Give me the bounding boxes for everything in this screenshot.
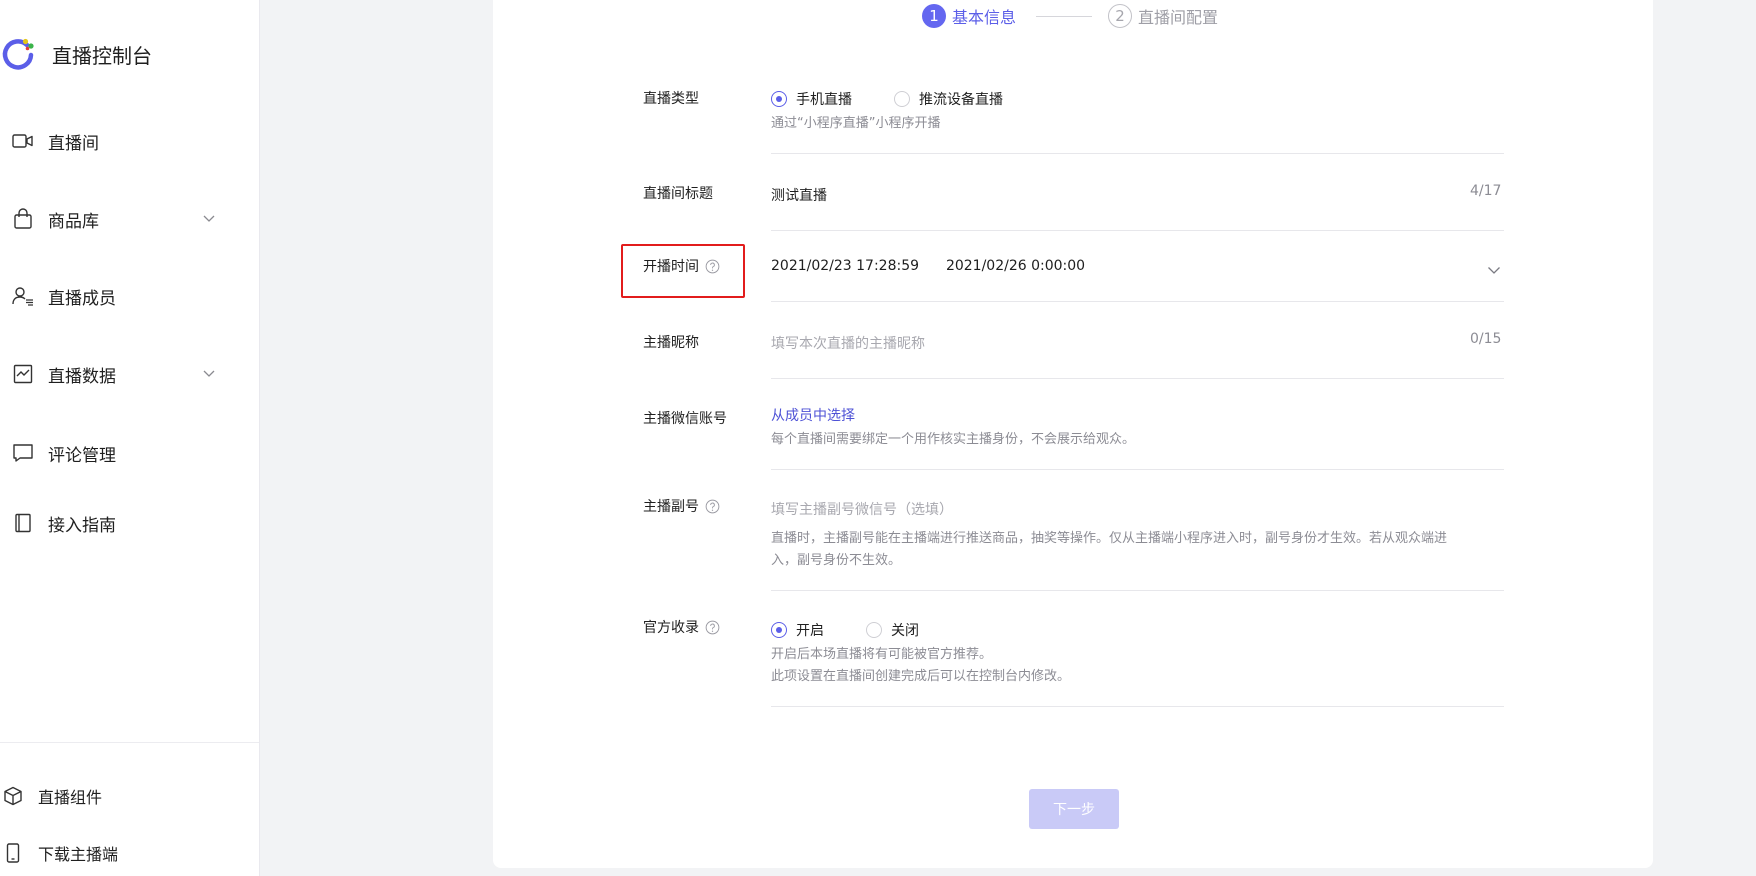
room-title-counter: 4/17 xyxy=(1470,183,1502,199)
row-divider xyxy=(771,230,1504,231)
live-type-label: 直播类型 xyxy=(643,91,699,107)
row-divider xyxy=(771,301,1504,302)
comment-icon xyxy=(12,442,34,464)
cube-icon xyxy=(2,785,24,807)
radio-stream-device-live[interactable]: 推流设备直播 xyxy=(894,89,1003,109)
sidebar-item-label: 评论管理 xyxy=(48,445,116,466)
anchor-wechat-hint: 每个直播间需要绑定一个用作核实主播身份，不会展示给观众。 xyxy=(771,432,1136,447)
live-type-radio-group: 手机直播 推流设备直播 xyxy=(771,89,1045,109)
anchor-wechat-label: 主播微信账号 xyxy=(643,411,727,427)
anchor-deputy-hint-line1: 直播时，主播副号能在主播端进行推送商品，抽奖等操作。仅从主播端小程序进入时，副号… xyxy=(771,531,1448,546)
row-divider xyxy=(771,153,1504,154)
anchor-deputy-label: 主播副号 xyxy=(643,496,720,516)
radio-enable[interactable]: 开启 xyxy=(771,620,824,640)
help-icon[interactable] xyxy=(705,499,720,514)
live-type-hint: 通过“小程序直播”小程序开播 xyxy=(771,116,941,131)
sidebar-item-access-guide[interactable]: 接入指南 xyxy=(0,501,259,545)
help-icon[interactable] xyxy=(705,259,720,274)
row-divider xyxy=(771,378,1504,379)
members-icon xyxy=(12,285,34,307)
start-time-label: 开播时间 xyxy=(643,256,720,276)
stepper: 1 基本信息 2 直播间配置 xyxy=(922,3,1218,29)
official-index-hint-line1: 开启后本场直播将有可能被官方推荐。 xyxy=(771,647,993,662)
sidebar-item-label: 接入指南 xyxy=(48,515,116,536)
radio-unchecked-icon xyxy=(894,91,910,107)
app-logo-icon xyxy=(2,38,34,70)
sidebar-item-live-members[interactable]: 直播成员 xyxy=(0,274,259,318)
room-title-label: 直播间标题 xyxy=(643,186,713,202)
phone-icon xyxy=(2,842,24,864)
radio-label: 推流设备直播 xyxy=(919,92,1003,108)
sidebar-item-label: 直播成员 xyxy=(48,288,116,309)
anchor-deputy-input[interactable]: 填写主播副号微信号（选填） xyxy=(771,499,1504,519)
radio-label: 开启 xyxy=(796,623,824,639)
radio-checked-icon xyxy=(771,91,787,107)
app-title: 直播控制台 xyxy=(52,43,152,68)
anchor-deputy-label-text: 主播副号 xyxy=(643,499,699,515)
sidebar-item-product-library[interactable]: 商品库 xyxy=(0,197,259,241)
start-time-label-text: 开播时间 xyxy=(643,259,699,275)
sidebar-item-download-anchor-app[interactable]: 下载主播端 xyxy=(0,835,259,871)
sidebar-item-label: 直播组件 xyxy=(38,788,103,807)
shopping-bag-icon xyxy=(12,208,34,230)
anchor-nickname-input[interactable]: 填写本次直播的主播昵称 xyxy=(771,333,1451,353)
official-index-radio-group: 开启 关闭 xyxy=(771,620,961,640)
start-time-range-input[interactable]: 2021/02/23 17:28:59 2021/02/26 0:00:00 xyxy=(771,258,1085,274)
step-label-basic-info: 基本信息 xyxy=(952,8,1017,27)
sidebar-item-label: 直播数据 xyxy=(48,366,116,387)
radio-label: 手机直播 xyxy=(796,92,852,108)
brand: 直播控制台 xyxy=(0,34,152,74)
sidebar-item-live-data[interactable]: 直播数据 xyxy=(0,352,259,396)
room-title-input[interactable]: 测试直播 xyxy=(771,185,1451,205)
sidebar-item-label: 商品库 xyxy=(48,211,99,232)
row-divider xyxy=(771,590,1504,591)
anchor-deputy-hint-line2: 入，副号身份不生效。 xyxy=(771,553,902,568)
official-index-label-text: 官方收录 xyxy=(643,620,699,636)
start-datetime: 2021/02/23 17:28:59 xyxy=(771,258,920,274)
book-icon xyxy=(12,512,34,534)
radio-disable[interactable]: 关闭 xyxy=(866,620,919,640)
help-icon[interactable] xyxy=(705,620,720,635)
official-index-label: 官方收录 xyxy=(643,617,720,637)
sidebar-item-live-components[interactable]: 直播组件 xyxy=(0,778,259,814)
anchor-nickname-counter: 0/15 xyxy=(1470,331,1502,347)
radio-mobile-live[interactable]: 手机直播 xyxy=(771,89,852,109)
row-divider xyxy=(771,469,1504,470)
chart-icon xyxy=(12,363,34,385)
radio-unchecked-icon xyxy=(866,622,882,638)
sidebar-divider xyxy=(0,742,259,743)
step-number-1: 1 xyxy=(922,4,946,28)
sidebar-item-label: 直播间 xyxy=(48,133,99,154)
sidebar-item-label: 下载主播端 xyxy=(38,845,119,864)
chevron-down-icon[interactable] xyxy=(201,365,217,381)
video-camera-icon xyxy=(12,130,34,152)
radio-checked-icon xyxy=(771,622,787,638)
official-index-hint-line2: 此项设置在直播间创建完成后可以在控制台内修改。 xyxy=(771,669,1071,684)
row-divider xyxy=(771,706,1504,707)
chevron-down-icon[interactable] xyxy=(1486,262,1502,278)
chevron-down-icon[interactable] xyxy=(201,210,217,226)
step-label-room-config: 直播间配置 xyxy=(1138,8,1219,27)
select-from-members-link[interactable]: 从成员中选择 xyxy=(771,405,855,425)
radio-label: 关闭 xyxy=(891,623,919,639)
sidebar: 直播控制台 直播间 商品库 直播成员 直播数据 评论管理 接入指南 直播组件 下… xyxy=(0,0,260,876)
anchor-nickname-label: 主播昵称 xyxy=(643,335,699,351)
next-step-button[interactable]: 下一步 xyxy=(1029,789,1119,829)
step-number-2: 2 xyxy=(1108,4,1133,28)
sidebar-item-comment-management[interactable]: 评论管理 xyxy=(0,431,259,475)
end-datetime: 2021/02/26 0:00:00 xyxy=(945,258,1086,274)
step-connector xyxy=(1036,15,1093,17)
sidebar-item-live-room[interactable]: 直播间 xyxy=(0,119,259,163)
